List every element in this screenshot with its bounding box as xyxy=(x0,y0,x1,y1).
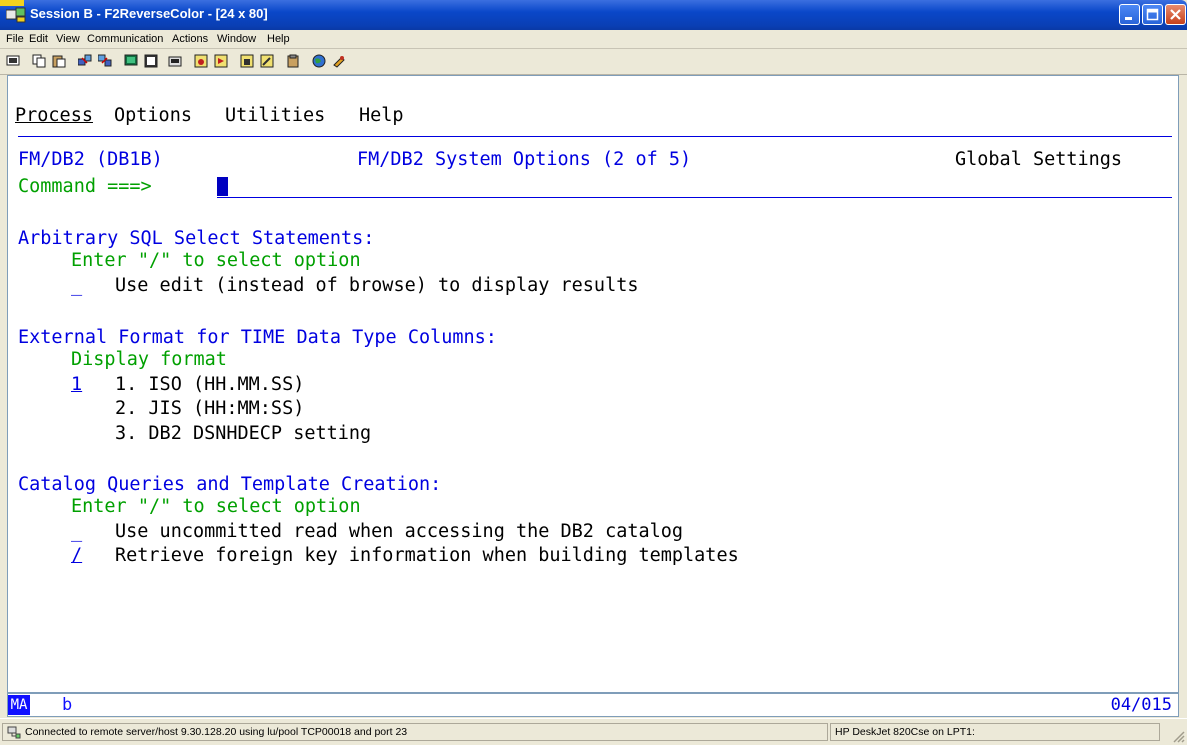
menu-actions[interactable]: Actions xyxy=(172,33,208,45)
panel-title: FM/DB2 System Options (2 of 5) xyxy=(357,149,692,170)
action-bar-separator xyxy=(18,136,1172,137)
time-format-field[interactable]: 1 xyxy=(71,374,82,396)
operator-info-area: MA b 04/015 xyxy=(7,693,1179,717)
send-file-icon xyxy=(78,54,92,66)
close-icon xyxy=(1170,9,1181,20)
time-format-choice-2: 2. JIS (HH:MM:SS) xyxy=(115,398,305,419)
status-bar: Connected to remote server/host 9.30.128… xyxy=(0,718,1187,745)
printer-status: HP DeskJet 820Cse on LPT1: xyxy=(830,723,1160,741)
section-sql-heading: Arbitrary SQL Select Statements: xyxy=(18,228,375,249)
key-icon xyxy=(333,56,345,68)
sql-edit-option-label: Use edit (instead of browse) to display … xyxy=(115,275,639,296)
connection-status: Connected to remote server/host 9.30.128… xyxy=(2,723,828,741)
panel-id: FM/DB2 (DB1B) xyxy=(18,149,163,170)
keypad-button[interactable] xyxy=(142,52,160,70)
session-app-icon[interactable] xyxy=(6,7,26,23)
receive-file-button[interactable] xyxy=(96,52,114,70)
toolbar xyxy=(0,49,1187,75)
foreign-key-field[interactable]: / xyxy=(71,545,82,567)
macro-play-button[interactable] xyxy=(212,52,230,70)
oia-indicator: MA xyxy=(8,695,30,715)
oia-mode: b xyxy=(62,695,73,715)
section-sql-instruction: Enter "/" to select option xyxy=(71,250,361,271)
time-format-choice-1: 1. ISO (HH.MM.SS) xyxy=(115,374,305,395)
macro-stop-icon xyxy=(240,54,254,68)
text-cursor xyxy=(217,177,228,196)
terminal-screen[interactable]: Process Options Utilities Help FM/DB2 (D… xyxy=(7,75,1179,693)
action-process[interactable]: Process xyxy=(15,105,93,127)
panel-scope: Global Settings xyxy=(955,149,1123,170)
menu-window[interactable]: Window xyxy=(217,33,256,45)
cursor-position: 04/015 xyxy=(1110,695,1172,715)
section-time-instruction: Display format xyxy=(71,349,227,370)
action-options-label: Options xyxy=(114,105,192,126)
action-utilities-label: Utilities xyxy=(225,105,326,126)
action-utilities[interactable]: Utilities xyxy=(225,105,325,127)
clipboard-icon xyxy=(287,54,299,68)
keypad-icon xyxy=(144,54,158,68)
title-bar[interactable]: Session B - F2ReverseColor - [24 x 80] xyxy=(0,0,1187,30)
copy-button[interactable] xyxy=(30,52,48,70)
macro-edit-button[interactable] xyxy=(258,52,276,70)
color-map-icon xyxy=(168,56,182,67)
macro-edit-icon xyxy=(260,54,274,68)
globe-button[interactable] xyxy=(310,52,328,70)
window-title: Session B - F2ReverseColor - [24 x 80] xyxy=(30,6,268,21)
menu-bar: File Edit View Communication Actions Win… xyxy=(0,30,1187,49)
section-catalog-heading: Catalog Queries and Template Creation: xyxy=(18,474,442,495)
menu-help[interactable]: Help xyxy=(267,33,290,45)
command-input[interactable] xyxy=(217,197,1172,198)
section-catalog-instruction: Enter "/" to select option xyxy=(71,496,361,517)
title-corner-highlight xyxy=(0,0,24,6)
minimize-button[interactable] xyxy=(1119,4,1140,25)
macro-record-icon xyxy=(194,54,208,68)
time-format-choice-3: 3. DB2 DSNHDECP setting xyxy=(115,423,372,444)
paste-icon xyxy=(52,55,66,68)
paste-button[interactable] xyxy=(50,52,68,70)
macro-stop-button[interactable] xyxy=(238,52,256,70)
menu-file[interactable]: File xyxy=(6,33,24,45)
action-options[interactable]: Options xyxy=(114,105,192,127)
network-icon xyxy=(7,726,21,739)
display-button[interactable] xyxy=(122,52,140,70)
action-help-label: Help xyxy=(359,105,404,126)
display-icon xyxy=(124,54,138,66)
globe-icon xyxy=(312,54,326,68)
minimize-icon xyxy=(1125,17,1132,20)
close-button[interactable] xyxy=(1165,4,1186,25)
send-file-button[interactable] xyxy=(76,52,94,70)
action-process-label: Process xyxy=(15,105,93,126)
command-label: Command ===> xyxy=(18,176,152,197)
action-help[interactable]: Help xyxy=(359,105,404,127)
macro-play-icon xyxy=(214,54,228,68)
resize-grip-icon[interactable] xyxy=(1171,729,1185,743)
printer-text: HP DeskJet 820Cse on LPT1: xyxy=(835,726,975,738)
menu-view[interactable]: View xyxy=(56,33,80,45)
key-button[interactable] xyxy=(330,52,348,70)
sql-edit-option-field[interactable]: _ xyxy=(71,275,82,297)
maximize-icon xyxy=(1146,8,1159,21)
print-screen-button[interactable] xyxy=(4,52,22,70)
clipboard-button[interactable] xyxy=(284,52,302,70)
uncommitted-read-field[interactable]: _ xyxy=(71,521,82,543)
receive-file-icon xyxy=(98,54,112,67)
copy-icon xyxy=(32,54,46,68)
foreign-key-label: Retrieve foreign key information when bu… xyxy=(115,545,739,566)
print-screen-icon xyxy=(6,55,20,66)
menu-communication[interactable]: Communication xyxy=(87,33,163,45)
maximize-button[interactable] xyxy=(1142,4,1163,25)
uncommitted-read-label: Use uncommitted read when accessing the … xyxy=(115,521,684,542)
macro-record-button[interactable] xyxy=(192,52,210,70)
menu-edit[interactable]: Edit xyxy=(29,33,48,45)
connection-text: Connected to remote server/host 9.30.128… xyxy=(25,726,408,738)
color-map-button[interactable] xyxy=(166,52,184,70)
section-time-heading: External Format for TIME Data Type Colum… xyxy=(18,327,497,348)
